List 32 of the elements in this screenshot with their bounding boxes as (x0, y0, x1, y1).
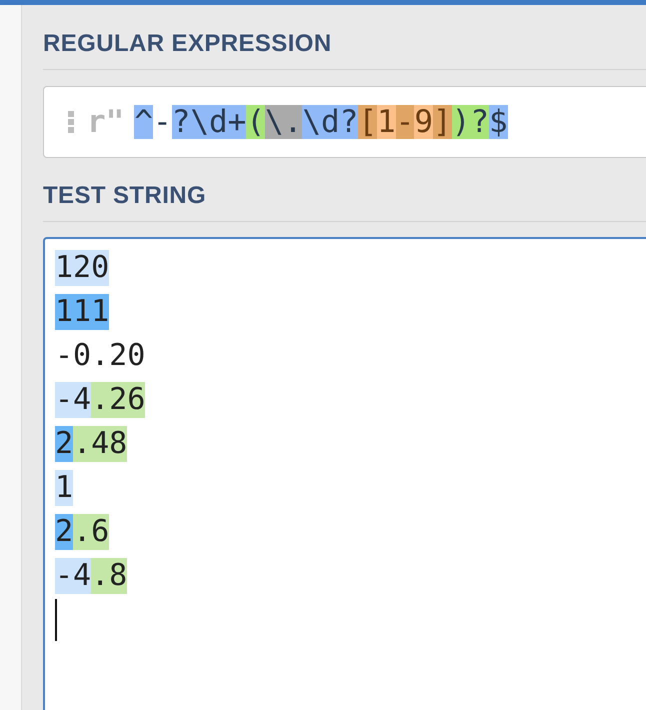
regex-token: [ (358, 105, 377, 139)
match-highlight: -4 (55, 382, 92, 418)
group-highlight: .26 (91, 382, 146, 418)
regex-token: \. (265, 105, 302, 139)
regex-token: - (396, 105, 414, 139)
regex-token: ?\d+ (172, 105, 246, 139)
regex-token: 1 (377, 105, 396, 139)
match-highlight: 120 (55, 250, 110, 286)
group-highlight: .48 (73, 426, 128, 462)
match-highlight: -4 (55, 558, 92, 594)
regex-text: - (153, 105, 172, 139)
match-highlight: 111 (55, 294, 110, 330)
match-highlight: 1 (55, 470, 74, 506)
regex-field[interactable]: r" ^-?\d+(\.\d?[1-9])?$ (43, 86, 646, 158)
section-heading: REGULAR EXPRESSION (43, 29, 332, 59)
test-string-field[interactable]: 120 111 -0.20 -4.26 2.48 1 2.6 -4.8 (43, 237, 646, 710)
test-text: -0.20 (55, 338, 146, 374)
regex-token: 9 (414, 105, 434, 139)
text-cursor (55, 599, 57, 641)
regex-token: ( (246, 105, 265, 139)
match-highlight: 2 (55, 514, 74, 550)
regex-token: \d? (302, 105, 358, 139)
match-highlight: 2 (55, 426, 74, 462)
group-highlight: .8 (91, 558, 128, 594)
section-heading: TEST STRING (43, 181, 206, 211)
group-highlight: .6 (73, 514, 110, 550)
drag-handle-icon[interactable] (68, 111, 74, 133)
regex-token: ] (433, 105, 452, 139)
regex-token: )? (452, 105, 490, 139)
regex-prefix: r" (87, 105, 124, 139)
regex-token: $ (489, 105, 508, 139)
regex-token: ^ (134, 105, 153, 139)
